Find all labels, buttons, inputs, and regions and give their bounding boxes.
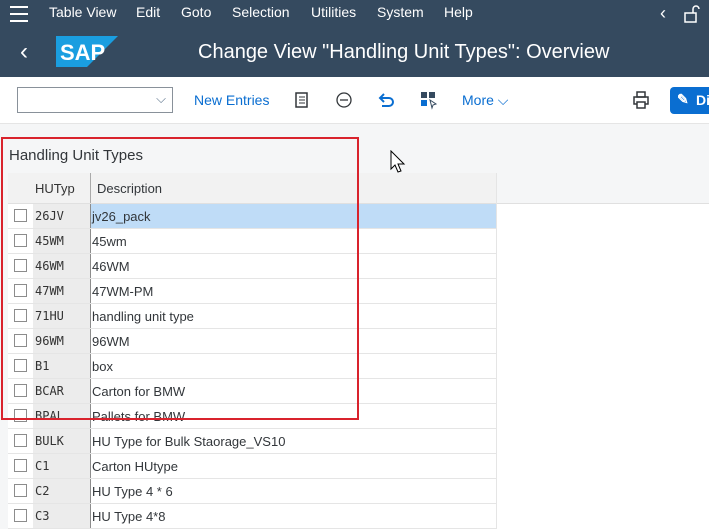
menu-selection[interactable]: Selection: [232, 4, 290, 20]
menu-goto[interactable]: Goto: [181, 4, 211, 20]
table-row[interactable]: C3 HU Type 4*8: [8, 504, 496, 529]
row-select-checkbox[interactable]: [14, 409, 27, 422]
unlock-icon[interactable]: [684, 5, 700, 23]
display-change-button[interactable]: ✎ Di: [670, 87, 709, 114]
page-title: Change View "Handling Unit Types": Overv…: [198, 41, 610, 63]
hutyp-cell: C3: [33, 504, 90, 528]
menu-help[interactable]: Help: [444, 4, 473, 20]
table-row[interactable]: 26JV jv26_pack: [8, 204, 496, 229]
table-title: Handling Unit Types: [9, 147, 143, 164]
hutyp-cell: BULK: [33, 429, 90, 453]
delete-minus-icon[interactable]: [334, 90, 354, 110]
column-header-description[interactable]: Description: [90, 173, 496, 203]
menu-bar: Table View Edit Goto Selection Utilities…: [0, 0, 709, 28]
table-row[interactable]: BPAL Pallets for BMW: [8, 404, 496, 429]
row-select-checkbox[interactable]: [14, 209, 27, 222]
description-cell[interactable]: HU Type for Bulk Staorage_VS10: [90, 429, 496, 453]
hutyp-cell: B1: [33, 354, 90, 378]
description-cell[interactable]: 96WM: [90, 329, 496, 353]
hutyp-cell: C2: [33, 479, 90, 503]
title-bar: ‹ SAP Change View "Handling Unit Types":…: [0, 28, 709, 77]
glasses-pencil-icon: ✎: [677, 91, 689, 107]
hutyp-cell: 26JV: [33, 204, 90, 228]
table-empty-area: [496, 173, 709, 529]
description-cell[interactable]: 47WM-PM: [90, 279, 496, 303]
table-header: HUTyp Description: [8, 173, 496, 204]
row-select-checkbox[interactable]: [14, 259, 27, 272]
new-entries-button[interactable]: New Entries: [194, 92, 269, 108]
description-cell[interactable]: Carton for BMW: [90, 379, 496, 403]
command-field-select[interactable]: ⌵: [17, 87, 173, 113]
chevron-down-icon: ⌵: [497, 92, 509, 108]
row-select-checkbox[interactable]: [14, 509, 27, 522]
column-header-hutyp[interactable]: HUTyp: [33, 173, 90, 203]
description-cell[interactable]: jv26_pack: [90, 204, 496, 228]
menu-system[interactable]: System: [377, 4, 424, 20]
more-menu-button[interactable]: More ⌵: [462, 92, 508, 109]
hamburger-menu-icon[interactable]: [10, 6, 28, 22]
row-select-checkbox[interactable]: [14, 459, 27, 472]
row-select-checkbox[interactable]: [14, 384, 27, 397]
table-row[interactable]: 46WM 46WM: [8, 254, 496, 279]
chevron-down-icon: ⌵: [156, 91, 166, 106]
table-row[interactable]: BULK HU Type for Bulk Staorage_VS10: [8, 429, 496, 454]
hutyp-cell: 96WM: [33, 329, 90, 353]
hutyp-cell: 71HU: [33, 304, 90, 328]
hutyp-cell: 47WM: [33, 279, 90, 303]
row-select-checkbox[interactable]: [14, 309, 27, 322]
table-row[interactable]: B1 box: [8, 354, 496, 379]
description-cell[interactable]: handling unit type: [90, 304, 496, 328]
row-select-checkbox[interactable]: [14, 484, 27, 497]
table-row[interactable]: 47WM 47WM-PM: [8, 279, 496, 304]
hutyp-cell: 45WM: [33, 229, 90, 253]
table-row[interactable]: 71HU handling unit type: [8, 304, 496, 329]
row-select-checkbox[interactable]: [14, 359, 27, 372]
description-cell[interactable]: HU Type 4*8: [90, 504, 496, 528]
hutyp-cell: C1: [33, 454, 90, 478]
table-row[interactable]: 45WM 45wm: [8, 229, 496, 254]
mouse-cursor-icon: [390, 150, 406, 173]
table-row[interactable]: C2 HU Type 4 * 6: [8, 479, 496, 504]
handling-unit-types-table: HUTyp Description 26JV jv26_pack 45WM 45wm 4…: [8, 173, 496, 529]
hutyp-cell: BPAL: [33, 404, 90, 428]
svg-text:SAP: SAP: [60, 40, 105, 65]
sap-logo: SAP: [56, 36, 118, 67]
row-select-checkbox[interactable]: [14, 334, 27, 347]
menu-table-view[interactable]: Table View: [49, 4, 116, 20]
description-cell[interactable]: Pallets for BMW: [90, 404, 496, 428]
hutyp-cell: BCAR: [33, 379, 90, 403]
row-select-checkbox[interactable]: [14, 284, 27, 297]
description-cell[interactable]: 45wm: [90, 229, 496, 253]
print-icon[interactable]: [631, 90, 651, 110]
description-cell[interactable]: HU Type 4 * 6: [90, 479, 496, 503]
select-blocks-icon[interactable]: [419, 90, 439, 110]
hutyp-cell: 46WM: [33, 254, 90, 278]
description-cell[interactable]: Carton HUtype: [90, 454, 496, 478]
undo-icon[interactable]: [376, 90, 396, 110]
back-button[interactable]: ‹: [20, 38, 28, 66]
description-cell[interactable]: box: [90, 354, 496, 378]
copy-icon[interactable]: [292, 90, 312, 110]
description-cell[interactable]: 46WM: [90, 254, 496, 278]
collapse-left-icon[interactable]: ‹: [660, 3, 666, 24]
table-row[interactable]: BCAR Carton for BMW: [8, 379, 496, 404]
table-row[interactable]: C1 Carton HUtype: [8, 454, 496, 479]
toolbar: ⌵ New Entries More ⌵ ✎ Di: [0, 77, 709, 124]
menu-utilities[interactable]: Utilities: [311, 4, 356, 20]
table-row[interactable]: 96WM 96WM: [8, 329, 496, 354]
row-select-checkbox[interactable]: [14, 234, 27, 247]
row-select-checkbox[interactable]: [14, 434, 27, 447]
menu-edit[interactable]: Edit: [136, 4, 160, 20]
